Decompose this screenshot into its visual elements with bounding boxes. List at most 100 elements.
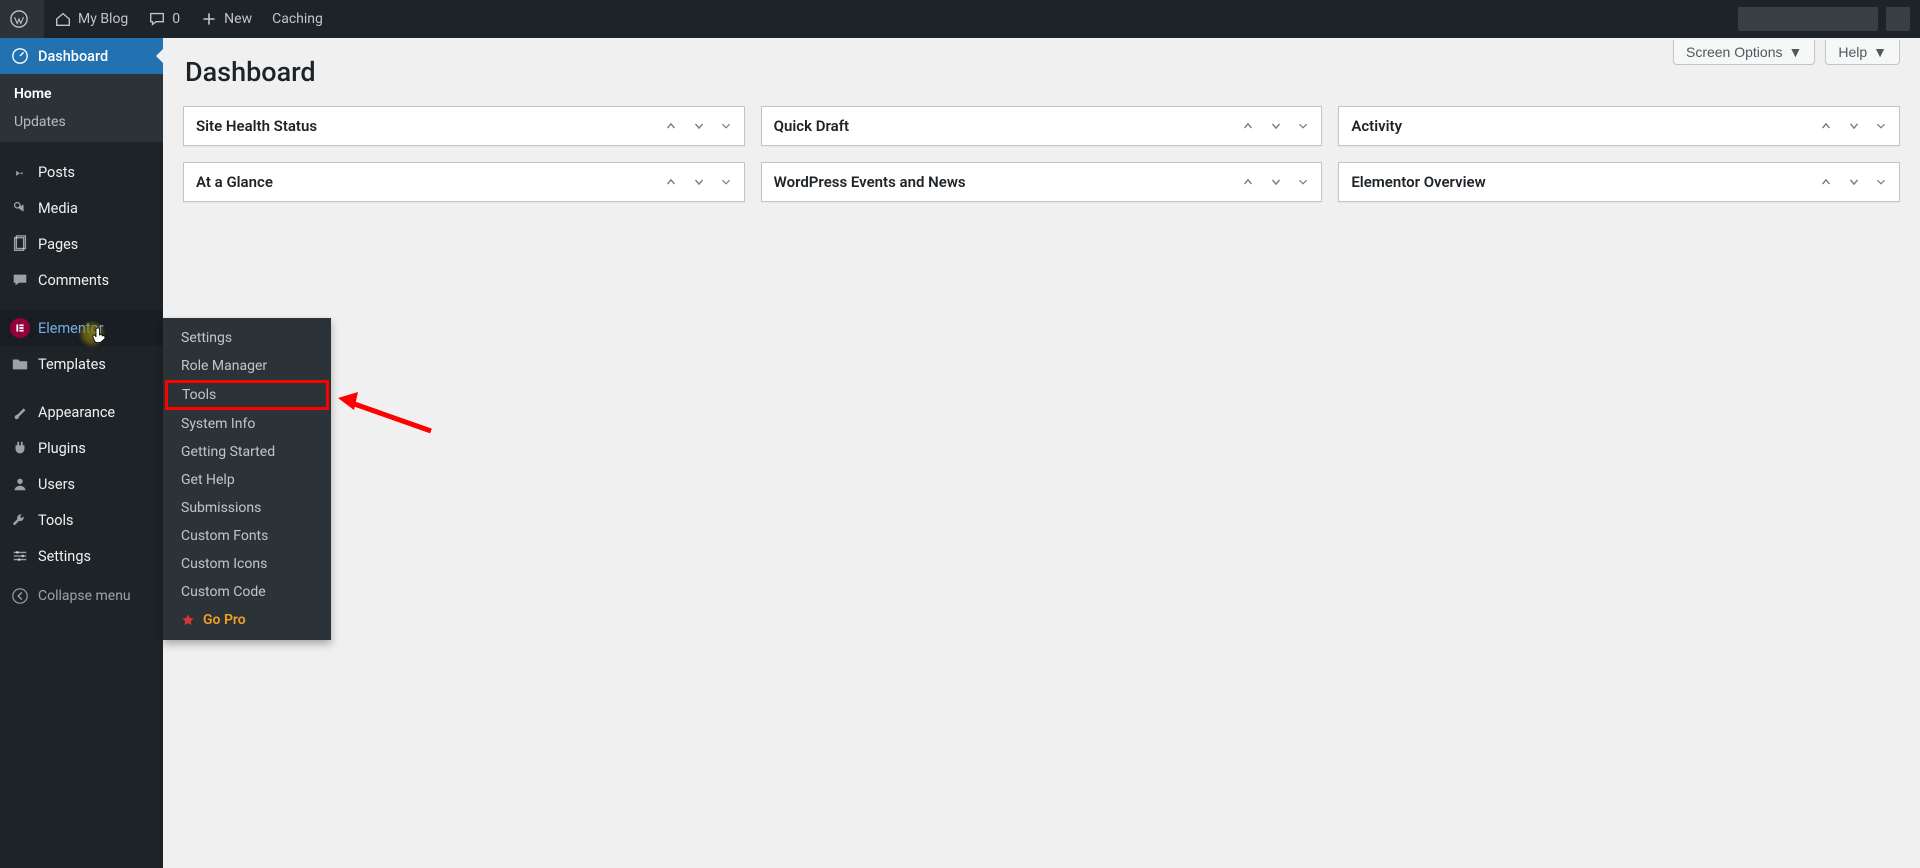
flyout-go-pro-label: Go Pro bbox=[203, 612, 246, 628]
postbox-elementor-overview: Elementor Overview bbox=[1338, 162, 1900, 202]
home-icon bbox=[54, 10, 72, 28]
wrench-icon bbox=[10, 510, 30, 530]
sidebar-collapse-label: Collapse menu bbox=[38, 588, 131, 604]
toggle-icon[interactable] bbox=[1297, 120, 1309, 132]
move-up-icon[interactable] bbox=[664, 119, 678, 133]
postbox-wp-events: WordPress Events and News bbox=[761, 162, 1323, 202]
adminbar-site[interactable]: My Blog bbox=[44, 0, 138, 38]
toggle-icon[interactable] bbox=[720, 176, 732, 188]
move-up-icon[interactable] bbox=[1819, 175, 1833, 189]
screen-options-label: Screen Options bbox=[1686, 44, 1783, 60]
sidebar-sub-home[interactable]: Home bbox=[0, 80, 163, 108]
flyout-custom-icons[interactable]: Custom Icons bbox=[163, 550, 331, 578]
dashboard-icon bbox=[10, 46, 30, 66]
sidebar-sub-updates[interactable]: Updates bbox=[0, 108, 163, 136]
sidebar-collapse[interactable]: Collapse menu bbox=[0, 578, 163, 614]
sidebar-item-appearance[interactable]: Appearance bbox=[0, 394, 163, 430]
flyout-settings[interactable]: Settings bbox=[163, 324, 331, 352]
sidebar-item-label: Templates bbox=[38, 356, 106, 373]
postbox-title: Elementor Overview bbox=[1351, 173, 1485, 191]
toggle-icon[interactable] bbox=[1297, 176, 1309, 188]
content-area: Screen Options ▼ Help ▼ Dashboard Site H… bbox=[163, 38, 1920, 868]
sidebar-item-users[interactable]: Users bbox=[0, 466, 163, 502]
collapse-icon bbox=[10, 586, 30, 606]
sliders-icon bbox=[10, 546, 30, 566]
postbox-title: Quick Draft bbox=[774, 117, 849, 135]
brush-icon bbox=[10, 402, 30, 422]
postbox-activity: Activity bbox=[1338, 106, 1900, 146]
move-up-icon[interactable] bbox=[1241, 119, 1255, 133]
move-down-icon[interactable] bbox=[1847, 175, 1861, 189]
star-icon bbox=[181, 613, 195, 627]
adminbar-avatar-placeholder[interactable] bbox=[1886, 7, 1910, 31]
flyout-custom-code[interactable]: Custom Code bbox=[163, 578, 331, 606]
adminbar-user-placeholder[interactable] bbox=[1738, 7, 1878, 31]
wordpress-logo-icon bbox=[10, 10, 28, 28]
sidebar-item-settings[interactable]: Settings bbox=[0, 538, 163, 574]
adminbar-wp-logo[interactable] bbox=[0, 0, 44, 38]
sidebar-item-label: Users bbox=[38, 476, 75, 493]
sidebar-item-label: Tools bbox=[38, 512, 74, 529]
comment-icon bbox=[148, 10, 166, 28]
admin-bar: My Blog 0 New Caching bbox=[0, 0, 1920, 38]
sidebar-item-label: Posts bbox=[38, 164, 75, 181]
adminbar-new[interactable]: New bbox=[190, 0, 262, 38]
sidebar-item-label: Plugins bbox=[38, 440, 86, 457]
elementor-icon bbox=[10, 318, 30, 338]
flyout-get-help[interactable]: Get Help bbox=[163, 466, 331, 494]
sidebar-item-label: Settings bbox=[38, 548, 91, 565]
move-down-icon[interactable] bbox=[1269, 119, 1283, 133]
move-up-icon[interactable] bbox=[1241, 175, 1255, 189]
adminbar-comments[interactable]: 0 bbox=[138, 0, 190, 38]
sidebar-item-posts[interactable]: Posts bbox=[0, 154, 163, 190]
move-down-icon[interactable] bbox=[1847, 119, 1861, 133]
flyout-custom-fonts[interactable]: Custom Fonts bbox=[163, 522, 331, 550]
postbox-title: At a Glance bbox=[196, 173, 273, 191]
dashboard-col-3: Activity Elementor Overview bbox=[1338, 106, 1900, 202]
pages-icon bbox=[10, 234, 30, 254]
sidebar-item-tools[interactable]: Tools bbox=[0, 502, 163, 538]
move-down-icon[interactable] bbox=[1269, 175, 1283, 189]
flyout-system-info[interactable]: System Info bbox=[163, 410, 331, 438]
sidebar-item-plugins[interactable]: Plugins bbox=[0, 430, 163, 466]
flyout-submissions[interactable]: Submissions bbox=[163, 494, 331, 522]
sidebar-item-label: Dashboard bbox=[38, 48, 108, 65]
sidebar-item-media[interactable]: Media bbox=[0, 190, 163, 226]
adminbar-caching-label: Caching bbox=[272, 11, 323, 27]
postbox-title: Activity bbox=[1351, 117, 1402, 135]
plug-icon bbox=[10, 438, 30, 458]
chevron-down-icon: ▼ bbox=[1788, 44, 1802, 60]
postbox-title: WordPress Events and News bbox=[774, 173, 966, 191]
sidebar-item-templates[interactable]: Templates bbox=[0, 346, 163, 382]
user-icon bbox=[10, 474, 30, 494]
move-down-icon[interactable] bbox=[692, 119, 706, 133]
flyout-role-manager[interactable]: Role Manager bbox=[163, 352, 331, 380]
folder-icon bbox=[10, 354, 30, 374]
adminbar-comments-count: 0 bbox=[172, 11, 180, 27]
page-title: Dashboard bbox=[185, 56, 1900, 88]
sidebar-item-pages[interactable]: Pages bbox=[0, 226, 163, 262]
adminbar-caching[interactable]: Caching bbox=[262, 0, 333, 38]
postbox-title: Site Health Status bbox=[196, 117, 317, 135]
move-up-icon[interactable] bbox=[664, 175, 678, 189]
adminbar-new-label: New bbox=[224, 11, 252, 27]
sidebar-dashboard-submenu: Home Updates bbox=[0, 74, 163, 142]
flyout-getting-started[interactable]: Getting Started bbox=[163, 438, 331, 466]
media-icon bbox=[10, 198, 30, 218]
help-button[interactable]: Help ▼ bbox=[1825, 40, 1900, 65]
move-up-icon[interactable] bbox=[1819, 119, 1833, 133]
sidebar-item-comments[interactable]: Comments bbox=[0, 262, 163, 298]
flyout-tools[interactable]: Tools bbox=[165, 380, 329, 410]
dashboard-columns: Site Health Status At a Glance bbox=[183, 106, 1900, 202]
sidebar-item-dashboard[interactable]: Dashboard bbox=[0, 38, 163, 74]
flyout-go-pro[interactable]: Go Pro bbox=[163, 606, 331, 634]
move-down-icon[interactable] bbox=[692, 175, 706, 189]
screen-options-button[interactable]: Screen Options ▼ bbox=[1673, 40, 1815, 65]
sidebar-item-label: Media bbox=[38, 200, 78, 217]
toggle-icon[interactable] bbox=[720, 120, 732, 132]
sidebar-item-label: Pages bbox=[38, 236, 78, 253]
toggle-icon[interactable] bbox=[1875, 176, 1887, 188]
comment-icon bbox=[10, 270, 30, 290]
toggle-icon[interactable] bbox=[1875, 120, 1887, 132]
sidebar-item-elementor[interactable]: Elementor bbox=[0, 310, 163, 346]
